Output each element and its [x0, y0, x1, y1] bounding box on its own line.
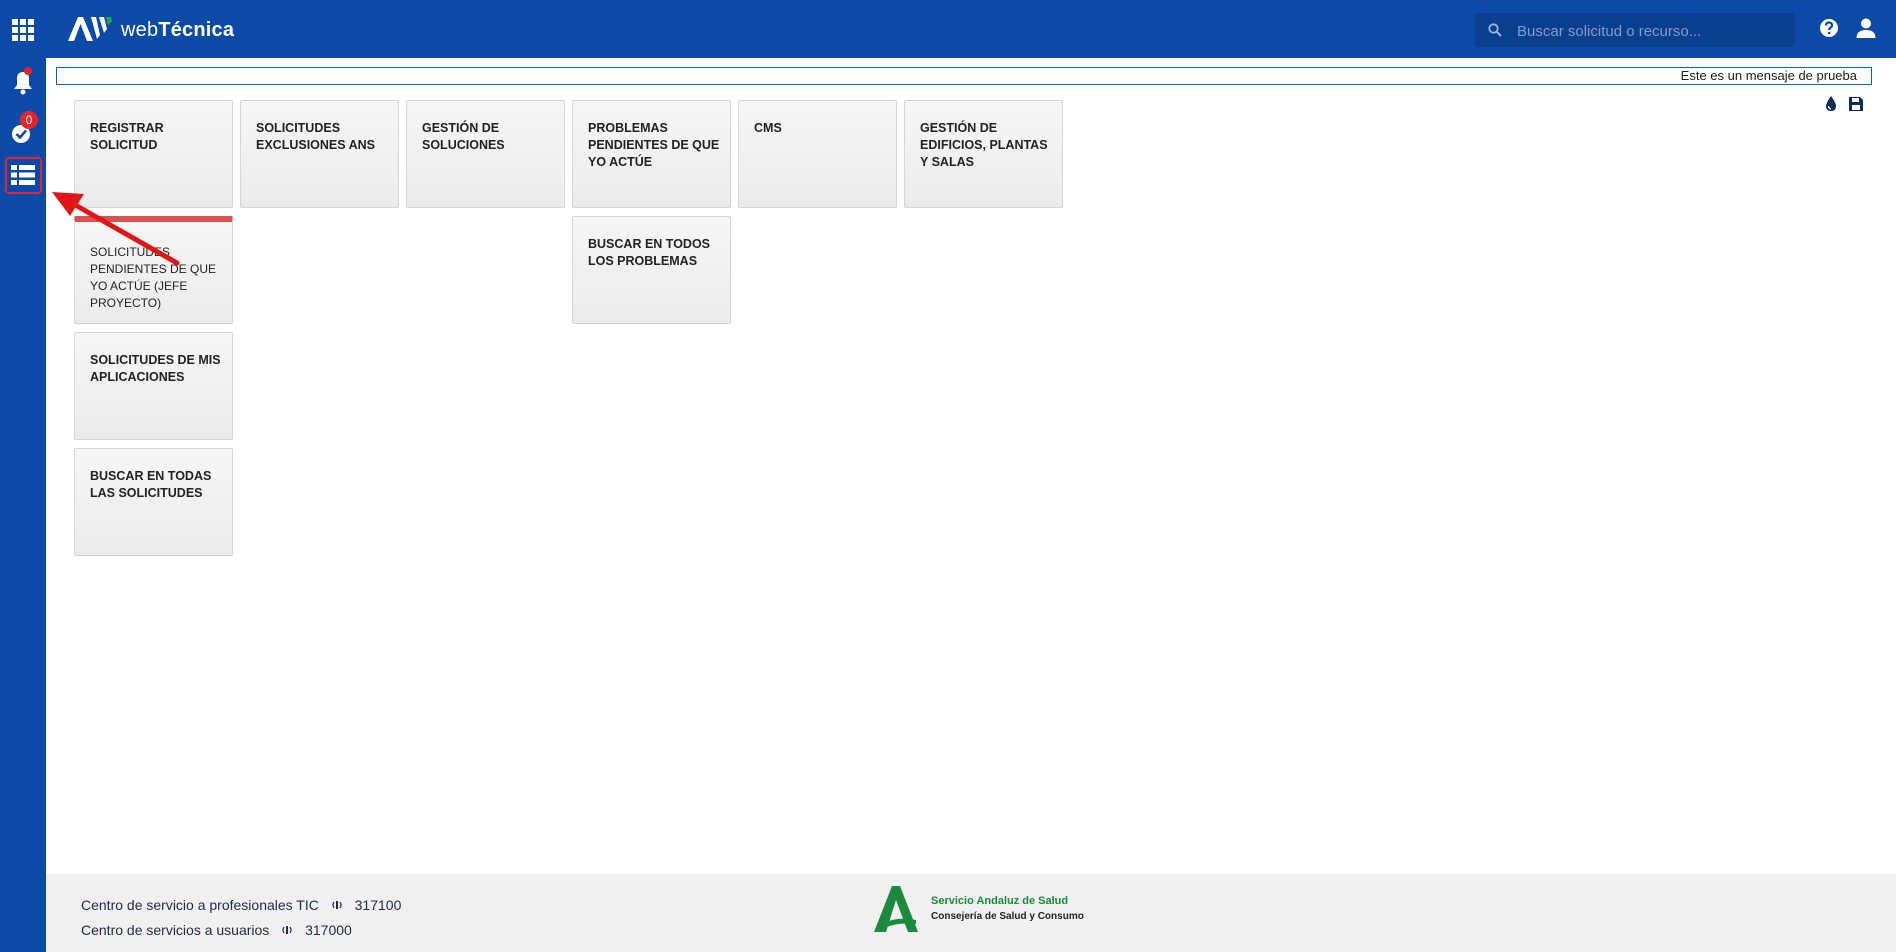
- tile-label: GESTIÓN DE SOLUCIONES: [422, 121, 505, 152]
- footer-line-profesionales: Centro de servicio a profesionales TIC 3…: [81, 897, 401, 913]
- tile-label: REGISTRAR SOLICITUD: [90, 121, 164, 152]
- tile-gestion-edificios[interactable]: GESTIÓN DE EDIFICIOS, PLANTAS Y SALAS: [904, 100, 1063, 208]
- tile-label: BUSCAR EN TODAS LAS SOLICITUDES: [90, 469, 212, 500]
- tile-registrar-solicitud[interactable]: REGISTRAR SOLICITUD: [74, 100, 233, 208]
- menu-highlight-box: [5, 157, 42, 194]
- message-bar: Este es un mensaje de prueba: [56, 67, 1872, 85]
- notification-dot: [24, 67, 32, 75]
- tile-cms[interactable]: CMS: [738, 100, 897, 208]
- search-input[interactable]: [1515, 13, 1789, 49]
- tile-problemas-pendientes[interactable]: PROBLEMAS PENDIENTES DE QUE YO ACTÚE: [572, 100, 731, 208]
- phone-icon: [282, 926, 292, 934]
- tile-label: PROBLEMAS PENDIENTES DE QUE YO ACTÚE: [588, 121, 720, 169]
- tasks-count-badge: 0: [20, 111, 38, 129]
- footer-profesionales-label: Centro de servicio a profesionales TIC: [81, 897, 319, 913]
- tile-buscar-solicitudes[interactable]: BUSCAR EN TODAS LAS SOLICITUDES: [74, 448, 233, 556]
- save-icon[interactable]: [1848, 96, 1864, 112]
- help-icon[interactable]: [1819, 18, 1839, 38]
- footer-line-usuarios: Centro de servicios a usuarios 317000: [81, 922, 352, 938]
- tasks-button[interactable]: 0: [9, 111, 38, 148]
- tile-solicitudes-mis-aplicaciones[interactable]: SOLICITUDES DE MIS APLICACIONES: [74, 332, 233, 440]
- tile-label: SOLICITUDES DE MIS APLICACIONES: [90, 353, 221, 384]
- tile-label: BUSCAR EN TODOS LOS PROBLEMAS: [588, 237, 711, 268]
- tile-gestion-de-soluciones[interactable]: GESTIÓN DE SOLUCIONES: [406, 100, 565, 208]
- sas-logo: [874, 886, 918, 932]
- org-sub: Consejería de Salud y Consumo: [931, 911, 1084, 922]
- search-icon: [1488, 23, 1502, 37]
- user-icon[interactable]: [1855, 17, 1877, 39]
- tile-label: CMS: [754, 121, 782, 135]
- search-box[interactable]: [1475, 13, 1795, 49]
- footer-usuarios-label: Centro de servicios a usuarios: [81, 922, 270, 938]
- footer-usuarios-phone: 317000: [305, 922, 352, 938]
- org-name: Servicio Andaluz de Salud: [931, 895, 1069, 907]
- tile-solicitudes-exclusiones-ans[interactable]: SOLICITUDES EXCLUSIONES ANS: [240, 100, 399, 208]
- tile-label: GESTIÓN DE EDIFICIOS, PLANTAS Y SALAS: [920, 121, 1048, 169]
- tile-buscar-problemas[interactable]: BUSCAR EN TODOS LOS PROBLEMAS: [572, 216, 731, 324]
- message-text: Este es un mensaje de prueba: [1680, 68, 1857, 83]
- brand-logo-mark: [66, 15, 114, 43]
- brand-bold: Técnica: [158, 19, 235, 41]
- tile-solicitudes-pendientes-jefe[interactable]: SOLICITUDES PENDIENTES DE QUE YO ACTÚE (…: [74, 216, 233, 324]
- notifications-button[interactable]: [9, 67, 37, 96]
- droplet-icon[interactable]: [1824, 95, 1838, 112]
- tile-label: SOLICITUDES PENDIENTES DE QUE YO ACTÚE (…: [90, 245, 217, 310]
- brand-prefix: web: [121, 19, 159, 41]
- footer: Centro de servicio a profesionales TIC 3…: [46, 874, 1896, 952]
- footer-profesionales-phone: 317100: [354, 897, 402, 913]
- grid-icon[interactable]: [10, 17, 36, 43]
- brand-name: webTécnica: [121, 19, 234, 42]
- tile-label: SOLICITUDES EXCLUSIONES ANS: [256, 121, 376, 152]
- phone-icon: [332, 901, 342, 909]
- top-bar: webTécnica: [0, 0, 1896, 58]
- bell-icon: [14, 72, 32, 95]
